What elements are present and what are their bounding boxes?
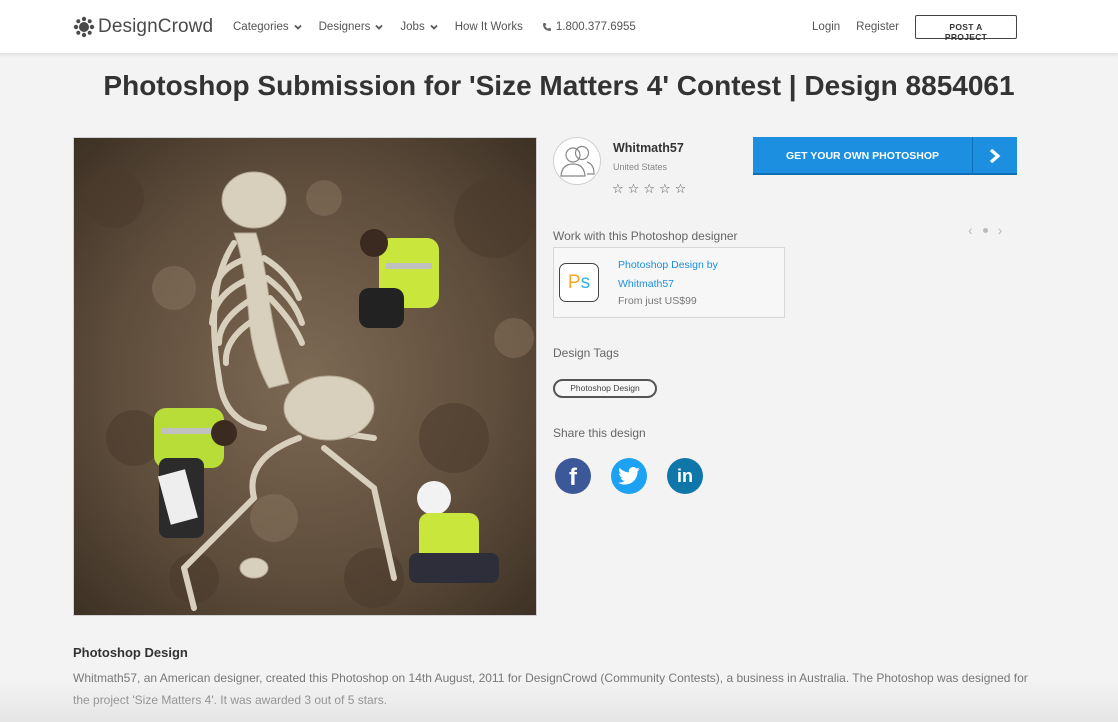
- user-avatar-icon: [560, 145, 595, 177]
- chevron-down-icon: [293, 24, 302, 30]
- main-nav: Categories Designers Jobs How It Works 1…: [233, 0, 636, 54]
- nav-designers-label: Designers: [318, 21, 371, 33]
- chevron-right-icon: [972, 137, 1017, 175]
- ps-icon-s: s: [580, 272, 591, 293]
- facebook-share-button[interactable]: f: [555, 458, 591, 494]
- star-icon: ☆: [658, 181, 671, 196]
- design-tags-label: Design Tags: [553, 346, 619, 360]
- share-label: Share this design: [553, 426, 646, 440]
- nav-jobs[interactable]: Jobs: [400, 21, 438, 33]
- carousel-prev-icon[interactable]: ‹: [968, 222, 973, 238]
- description-text: Whitmath57, an American designer, create…: [73, 671, 1028, 707]
- account-nav: Login Register POST A PROJECT: [812, 0, 1017, 54]
- designer-rating: ☆ ☆ ☆ ☆ ☆: [612, 181, 686, 197]
- linkedin-share-button[interactable]: in: [667, 458, 703, 494]
- page-title: Photoshop Submission for 'Size Matters 4…: [103, 70, 1015, 101]
- photoshop-icon: Ps: [559, 263, 599, 302]
- work-offer-price: From just US$99: [618, 295, 697, 307]
- facebook-icon: f: [569, 464, 577, 491]
- design-photo: [74, 138, 536, 615]
- logo[interactable]: DesignCrowd: [73, 14, 213, 40]
- phone-number: 1.800.377.6955: [555, 21, 636, 33]
- carousel-controls: ‹ ›: [968, 222, 1002, 238]
- ps-icon-p: P: [567, 272, 581, 293]
- star-icon: ☆: [643, 181, 655, 196]
- phone-link[interactable]: 1.800.377.6955: [542, 21, 636, 33]
- nav-categories[interactable]: Categories: [233, 21, 302, 33]
- phone-icon: [542, 23, 551, 31]
- work-offer-card[interactable]: Ps Photoshop Design by Whitmath57 From j…: [553, 247, 785, 318]
- post-project-button[interactable]: POST A PROJECT: [915, 15, 1017, 42]
- nav-how-it-works[interactable]: How It Works: [455, 21, 523, 33]
- design-tag[interactable]: Photoshop Design: [553, 379, 657, 398]
- description-title: Photoshop Design: [73, 645, 188, 660]
- twitter-icon: [618, 467, 640, 485]
- login-link[interactable]: Login: [812, 21, 840, 33]
- chevron-down-icon: [430, 24, 438, 30]
- designer-avatar[interactable]: [553, 137, 601, 185]
- linkedin-icon: in: [677, 465, 693, 486]
- star-icon: ☆: [627, 181, 640, 196]
- design-image[interactable]: [73, 137, 537, 616]
- designer-country: United States: [613, 162, 668, 172]
- nav-jobs-label: Jobs: [400, 21, 425, 33]
- star-icon: ☆: [674, 181, 687, 196]
- carousel-dot[interactable]: [982, 227, 988, 233]
- work-offer-title[interactable]: Photoshop Design by Whitmath57: [618, 256, 768, 294]
- get-your-own-photoshop-button[interactable]: GET YOUR OWN PHOTOSHOP: [753, 137, 1017, 175]
- designer-name[interactable]: Whitmath57: [613, 141, 684, 155]
- carousel-next-icon[interactable]: ›: [998, 222, 1003, 238]
- twitter-share-button[interactable]: [611, 458, 647, 494]
- top-navbar: DesignCrowd Categories Designers Jobs Ho…: [0, 0, 1118, 54]
- chevron-down-icon: [375, 24, 384, 30]
- nav-categories-label: Categories: [233, 21, 289, 33]
- register-link[interactable]: Register: [856, 21, 899, 33]
- nav-designers[interactable]: Designers: [319, 21, 384, 33]
- cta-label: GET YOUR OWN PHOTOSHOP: [785, 150, 940, 162]
- star-icon: ☆: [612, 181, 624, 196]
- nav-how-it-works-label: How It Works: [454, 21, 523, 33]
- logo-icon: [73, 16, 95, 38]
- logo-text: DesignCrowd: [98, 16, 214, 37]
- work-with-designer-label: Work with this Photoshop designer: [553, 229, 738, 243]
